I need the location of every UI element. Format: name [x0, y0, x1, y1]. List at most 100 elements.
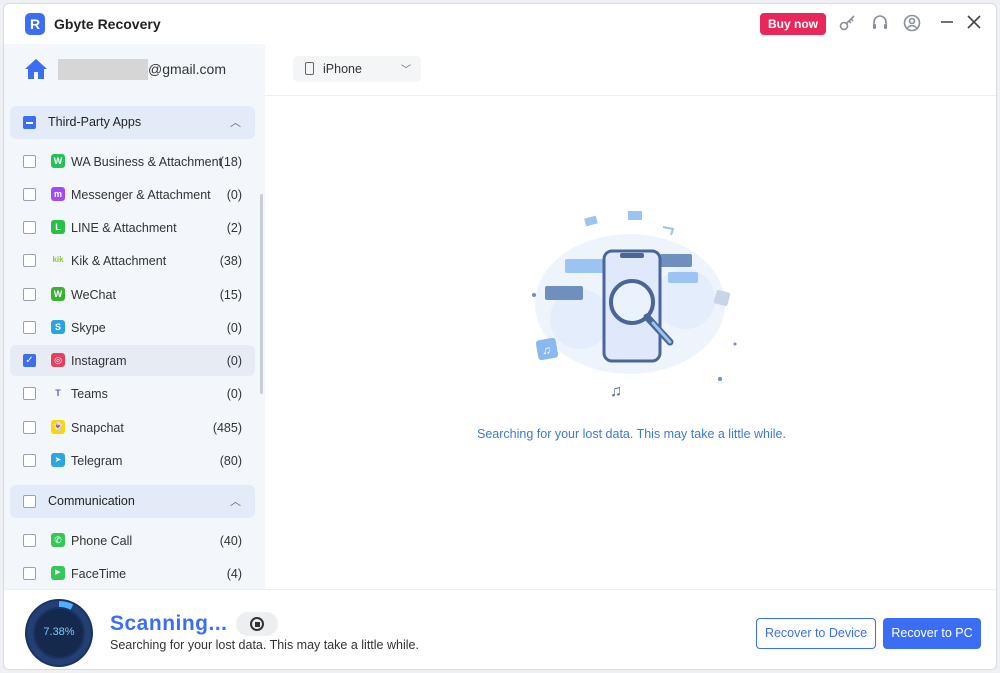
item-count: (80) — [219, 454, 242, 468]
item-name: Instagram — [71, 354, 127, 368]
line-icon: L — [51, 220, 65, 234]
item-count: (0) — [226, 188, 242, 202]
list-item-teams[interactable]: T Teams (0) — [10, 378, 255, 409]
progress-percent: 7.38% — [43, 626, 75, 638]
teams-icon: T — [55, 388, 61, 398]
bottom-bar: 7.38% Scanning... Searching for your los… — [4, 589, 996, 669]
item-count: (38) — [219, 254, 242, 268]
account-icon[interactable] — [902, 14, 922, 34]
item-name: Telegram — [71, 454, 123, 468]
section-checkbox[interactable] — [23, 495, 36, 508]
scan-subtitle: Searching for your lost data. This may t… — [110, 638, 419, 652]
buy-now-button[interactable]: Buy now — [760, 13, 826, 35]
svg-text:♫: ♫ — [610, 383, 622, 400]
item-name: WeChat — [71, 288, 116, 302]
chevron-up-icon[interactable]: ︿ — [230, 114, 241, 130]
snapchat-icon: 👻 — [51, 420, 65, 434]
sidebar: @gmail.com Third-Party Apps ︿ W WA Busin… — [4, 44, 265, 589]
list-item-skype[interactable]: S Skype (0) — [10, 312, 255, 343]
device-dropdown[interactable]: iPhone ﹀ — [293, 56, 421, 82]
item-checkbox[interactable] — [23, 221, 36, 234]
item-checkbox[interactable] — [23, 288, 36, 301]
app-window: R Gbyte Recovery Buy now @gmail.com Thir… — [3, 3, 997, 670]
item-name: Messenger & Attachment — [71, 188, 211, 202]
item-count: (0) — [226, 387, 242, 401]
item-count: (18) — [219, 155, 242, 169]
item-name: Teams — [71, 387, 108, 401]
minimize-icon[interactable] — [937, 14, 957, 34]
item-checkbox[interactable]: ✓ — [23, 354, 36, 367]
list-item-telegram[interactable]: ➤ Telegram (80) — [10, 445, 255, 476]
app-title: Gbyte Recovery — [54, 16, 161, 32]
app-logo-icon: R — [25, 13, 45, 35]
facetime-icon: ▶ — [51, 566, 65, 580]
list-item-line[interactable]: L LINE & Attachment (2) — [10, 212, 255, 243]
section-label: Third-Party Apps — [48, 115, 142, 129]
skype-icon: S — [51, 320, 65, 334]
key-icon[interactable] — [838, 14, 858, 34]
scan-title: Scanning... — [110, 612, 228, 635]
item-count: (0) — [226, 354, 242, 368]
svg-text:♫: ♫ — [542, 343, 551, 357]
item-name: FaceTime — [71, 567, 127, 581]
wechat-icon: W — [51, 287, 65, 301]
phone-device-icon — [305, 62, 314, 75]
account-email: @gmail.com — [148, 61, 227, 77]
item-count: (15) — [219, 288, 242, 302]
support-headset-icon[interactable] — [870, 14, 890, 34]
device-bar: iPhone ﹀ — [265, 44, 996, 96]
main-status-text: Searching for your lost data. This may t… — [477, 427, 786, 441]
item-checkbox[interactable] — [23, 387, 36, 400]
item-name: WA Business & Attachment — [71, 155, 222, 169]
item-checkbox[interactable] — [23, 534, 36, 547]
messenger-icon: m — [51, 187, 65, 201]
item-count: (2) — [226, 221, 242, 235]
whatsapp-icon: W — [51, 154, 65, 168]
home-icon[interactable] — [24, 58, 48, 80]
list-item-snapchat[interactable]: 👻 Snapchat (485) — [10, 412, 255, 443]
item-checkbox[interactable] — [23, 188, 36, 201]
list-item-phone-call[interactable]: ✆ Phone Call (40) — [10, 525, 255, 556]
list-item-facetime[interactable]: ▶ FaceTime (4) — [10, 558, 255, 589]
list-item-instagram[interactable]: ✓ ◎ Instagram (0) — [10, 345, 255, 376]
item-count: (0) — [226, 321, 242, 335]
section-communication[interactable]: Communication ︿ — [10, 485, 255, 518]
list-item-kik[interactable]: kik Kik & Attachment (38) — [10, 245, 255, 276]
sidebar-scrollbar[interactable] — [260, 194, 263, 394]
main-panel: iPhone ﹀ ♫ ♫ Searching for your lost dat… — [265, 44, 996, 589]
item-checkbox[interactable] — [23, 421, 36, 434]
section-label: Communication — [48, 494, 135, 508]
section-third-party-apps[interactable]: Third-Party Apps ︿ — [10, 106, 255, 139]
item-checkbox[interactable] — [23, 321, 36, 334]
email-redaction — [58, 59, 148, 80]
list-item-wa-business[interactable]: W WA Business & Attachment (18) — [10, 146, 255, 177]
title-bar: R Gbyte Recovery Buy now — [4, 4, 996, 44]
stop-square — [254, 621, 260, 627]
instagram-icon: ◎ — [51, 353, 65, 367]
item-name: Skype — [71, 321, 106, 335]
item-name: Snapchat — [71, 421, 124, 435]
phone-icon: ✆ — [51, 533, 65, 547]
item-checkbox[interactable] — [23, 454, 36, 467]
list-item-messenger[interactable]: m Messenger & Attachment (0) — [10, 179, 255, 210]
item-count: (4) — [226, 567, 242, 581]
item-checkbox[interactable] — [23, 567, 36, 580]
stop-scan-button[interactable] — [236, 612, 278, 636]
item-checkbox[interactable] — [23, 155, 36, 168]
telegram-icon: ➤ — [51, 453, 65, 467]
kik-icon: kik — [52, 255, 64, 264]
recover-to-pc-button[interactable]: Recover to PC — [883, 618, 981, 649]
account-row: @gmail.com — [4, 44, 265, 97]
section-checkbox[interactable] — [23, 116, 36, 129]
chevron-up-icon[interactable]: ︿ — [230, 493, 241, 509]
list-item-wechat[interactable]: W WeChat (15) — [10, 279, 255, 310]
item-name: LINE & Attachment — [71, 221, 177, 235]
chevron-down-icon: ﹀ — [401, 65, 411, 76]
item-count: (485) — [212, 421, 242, 435]
device-name: iPhone — [323, 62, 362, 76]
item-count: (40) — [219, 534, 242, 548]
item-name: Kik & Attachment — [71, 254, 167, 268]
item-checkbox[interactable] — [23, 254, 36, 267]
close-icon[interactable] — [964, 14, 984, 34]
recover-to-device-button[interactable]: Recover to Device — [756, 618, 876, 649]
